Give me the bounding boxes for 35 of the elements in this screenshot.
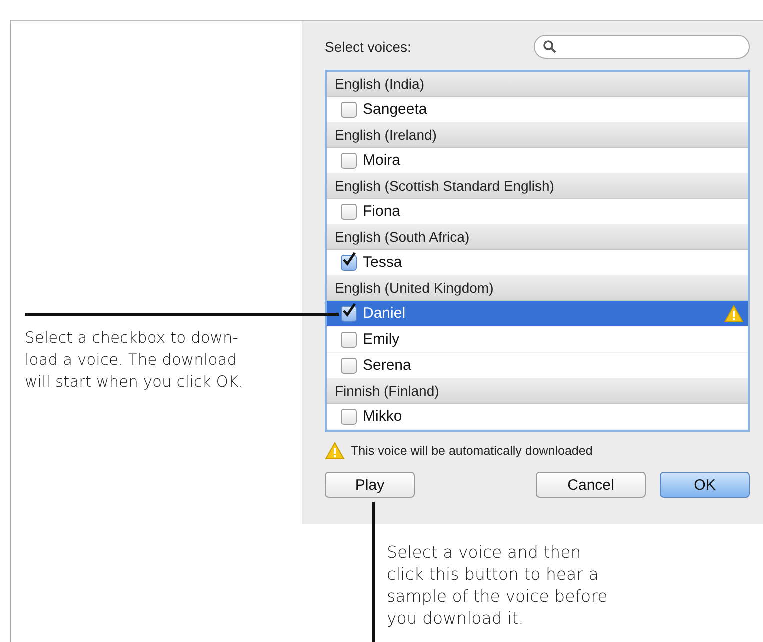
group-header: English (South Africa) (327, 225, 748, 250)
checkbox[interactable] (341, 254, 357, 270)
voice-name: Moira (363, 152, 402, 169)
group-header: English (Scottish Standard English) (327, 174, 748, 199)
search-icon (543, 40, 557, 54)
voice-name: Fiona (363, 203, 402, 220)
ok-button[interactable]: OK (660, 472, 750, 498)
checkbox[interactable] (341, 306, 357, 322)
group-header: English (India) (327, 72, 748, 97)
group-header: English (Ireland) (327, 123, 748, 148)
group-header: Finnish (Finland) (327, 379, 748, 404)
voice-row[interactable]: Emily (327, 327, 748, 353)
voice-row[interactable]: Daniel (327, 301, 748, 327)
callout-text: Select a voice and then click this button to hear a sample of the voice before you download it. (387, 542, 609, 630)
voice-name: Sangeeta (363, 101, 428, 118)
voice-row[interactable]: Mikko (327, 404, 748, 430)
checkbox[interactable] (341, 102, 357, 118)
warning-icon (325, 442, 345, 460)
voice-name: Emily (363, 331, 401, 348)
checkbox[interactable] (341, 358, 357, 374)
voice-name: Daniel (363, 305, 407, 322)
cancel-button[interactable]: Cancel (536, 472, 646, 498)
checkbox[interactable] (341, 204, 357, 220)
select-voices-label: Select voices: (325, 39, 412, 55)
voice-name: Serena (363, 357, 412, 374)
group-header: English (United Kingdom) (327, 276, 748, 301)
play-button[interactable]: Play (325, 472, 415, 498)
notice-text: This voice will be automatically downloaded (351, 444, 593, 458)
voice-name: Mikko (363, 408, 404, 425)
voice-name: Tessa (363, 254, 404, 271)
callout-text: Select a checkbox to down- load a voice. The download will start when you click OK. (25, 328, 245, 393)
checkbox[interactable] (341, 332, 357, 348)
checkbox[interactable] (341, 152, 357, 168)
checkbox[interactable] (341, 408, 357, 424)
search-field[interactable] (534, 35, 750, 59)
